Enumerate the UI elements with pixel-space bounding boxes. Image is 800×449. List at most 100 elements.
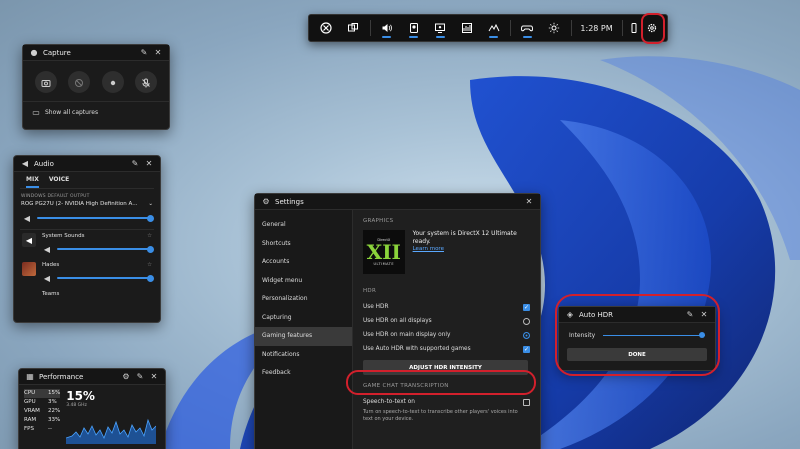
pin-icon[interactable]: ✎	[135, 372, 145, 382]
mic-off-icon	[141, 73, 151, 92]
audio-widget: ◀ Audio ✎ ✕ MIX VOICE WINDOWS DEFAULT OU…	[13, 155, 161, 323]
close-icon[interactable]: ✕	[153, 48, 163, 58]
app-volume-row: Teams	[14, 288, 160, 308]
stat-label: RAM	[24, 417, 37, 423]
divider	[510, 20, 512, 36]
master-volume-slider[interactable]	[37, 214, 154, 222]
controller-button[interactable]	[514, 15, 541, 41]
stat-label: GPU	[24, 399, 36, 405]
app-name: Teams	[42, 291, 60, 297]
auto-hdr-checkbox[interactable]: ✓	[523, 345, 530, 353]
divider	[570, 20, 572, 36]
stat-label: CPU	[24, 390, 36, 396]
performance-stats: CPU 15% GPU 3% VRAM 22% RAM 33% FPS --	[24, 389, 61, 448]
capture-widget-button[interactable]	[400, 15, 427, 41]
nav-shortcuts[interactable]: Shortcuts	[255, 235, 352, 254]
app-volume-slider[interactable]	[57, 274, 154, 282]
speaker-icon	[381, 19, 393, 38]
stat-row[interactable]: VRAM 22%	[24, 407, 60, 416]
pin-icon[interactable]: ✎	[130, 159, 140, 169]
annotation-circle	[641, 13, 665, 44]
audio-tabs: MIX VOICE	[14, 172, 160, 188]
stat-row[interactable]: RAM 33%	[24, 416, 60, 425]
nav-gaming-features[interactable]: Gaming features	[255, 327, 352, 346]
options-icon[interactable]: ⚙	[121, 372, 131, 382]
widgets-button[interactable]	[340, 15, 367, 41]
stat-value: 3%	[48, 399, 57, 405]
option-speech-to-text: Speech-to-text on	[363, 395, 530, 409]
capture-widget: ● Capture ✎ ✕ ▭ Show all captures	[22, 44, 170, 130]
hdr-heading: HDR	[363, 288, 377, 294]
tab-voice[interactable]: VOICE	[49, 176, 69, 188]
system-sounds-icon: ◀	[22, 233, 36, 247]
record-icon	[108, 73, 118, 92]
volume-icon: ◀	[43, 244, 51, 254]
stat-row[interactable]: GPU 3%	[24, 398, 60, 407]
close-icon[interactable]: ✕	[149, 372, 159, 382]
settings-body: General Shortcuts Accounts Widget menu P…	[255, 210, 540, 449]
screenshot-button[interactable]	[34, 71, 57, 93]
output-heading: WINDOWS DEFAULT OUTPUT	[21, 194, 90, 199]
chevron-down-icon: ⌄	[148, 201, 153, 207]
battery-indicator	[626, 15, 642, 41]
nav-notifications[interactable]: Notifications	[255, 346, 352, 365]
stat-row[interactable]: CPU 15%	[24, 389, 61, 398]
option-use-hdr: Use HDR ✓	[363, 300, 530, 314]
performance-widget-button[interactable]	[454, 15, 481, 41]
nav-personalization[interactable]: Personalization	[255, 290, 352, 309]
record-last-button[interactable]	[68, 71, 91, 93]
performance-icon: ▦	[26, 372, 34, 381]
stat-value: 33%	[48, 417, 61, 423]
stat-value: --	[48, 426, 52, 432]
volume-icon: ◀	[43, 273, 51, 283]
pin-icon[interactable]: ✎	[139, 48, 149, 58]
nav-general[interactable]: General	[255, 216, 352, 235]
performance-detail: 15% 3.48 GHz	[66, 389, 160, 448]
learn-more-link[interactable]: Learn more	[413, 246, 530, 252]
directx-logo: DirectX XII ULTIMATE	[363, 230, 405, 274]
master-volume: ◀	[14, 207, 160, 229]
divider	[369, 20, 371, 36]
xbox-button[interactable]	[313, 15, 340, 41]
close-icon[interactable]: ✕	[524, 197, 534, 207]
audio-widget-button[interactable]	[373, 15, 400, 41]
record-button[interactable]	[101, 71, 124, 93]
gallery-widget-button[interactable]	[427, 15, 454, 41]
app-name: Hades	[42, 262, 60, 268]
stat-label: FPS	[24, 426, 34, 432]
favorite-icon[interactable]: ☆	[147, 262, 152, 268]
favorite-icon[interactable]: ☆	[147, 233, 152, 239]
nav-feedback[interactable]: Feedback	[255, 364, 352, 383]
nav-capturing[interactable]: Capturing	[255, 309, 352, 328]
settings-content: GRAPHICS DirectX XII ULTIMATE Your syste…	[353, 210, 540, 449]
option-auto-hdr: Use Auto HDR with supported games ✓	[363, 342, 530, 356]
tab-mix[interactable]: MIX	[26, 176, 39, 188]
brightness-button[interactable]	[541, 15, 568, 41]
microphone-button[interactable]	[135, 71, 158, 93]
clock: 1:28 PM	[580, 23, 613, 33]
performance-body: CPU 15% GPU 3% VRAM 22% RAM 33% FPS -- 15% 3.…	[19, 385, 165, 449]
history-icon	[74, 73, 84, 92]
stat-label: VRAM	[24, 408, 40, 414]
option-label: Use Auto HDR with supported games	[363, 346, 471, 352]
show-all-captures-link[interactable]: ▭ Show all captures	[23, 101, 169, 122]
performance-icon	[461, 19, 473, 38]
nav-accounts[interactable]: Accounts	[255, 253, 352, 272]
performance-title-bar: ▦ Performance ⚙ ✎ ✕	[19, 369, 165, 385]
option-label: Speech-to-text on	[363, 399, 415, 405]
use-hdr-checkbox[interactable]: ✓	[523, 303, 530, 311]
nav-widget-menu[interactable]: Widget menu	[255, 272, 352, 291]
capture-title: Capture	[43, 48, 71, 57]
social-widget-button[interactable]	[480, 15, 507, 41]
stat-row[interactable]: FPS --	[24, 425, 60, 434]
settings-title-bar: ⚙ Settings ✕	[255, 194, 540, 210]
performance-widget: ▦ Performance ⚙ ✎ ✕ CPU 15% GPU 3% VRAM 22%…	[18, 368, 166, 449]
hdr-main-display-radio[interactable]	[523, 331, 530, 339]
monitor-icon	[434, 19, 446, 38]
hdr-all-displays-radio[interactable]	[523, 317, 530, 325]
close-icon[interactable]: ✕	[144, 159, 154, 169]
option-hdr-all-displays: Use HDR on all displays	[363, 314, 530, 328]
speech-to-text-checkbox[interactable]	[523, 398, 530, 406]
app-volume-slider[interactable]	[57, 245, 154, 253]
speaker-icon: ◀	[21, 159, 29, 168]
